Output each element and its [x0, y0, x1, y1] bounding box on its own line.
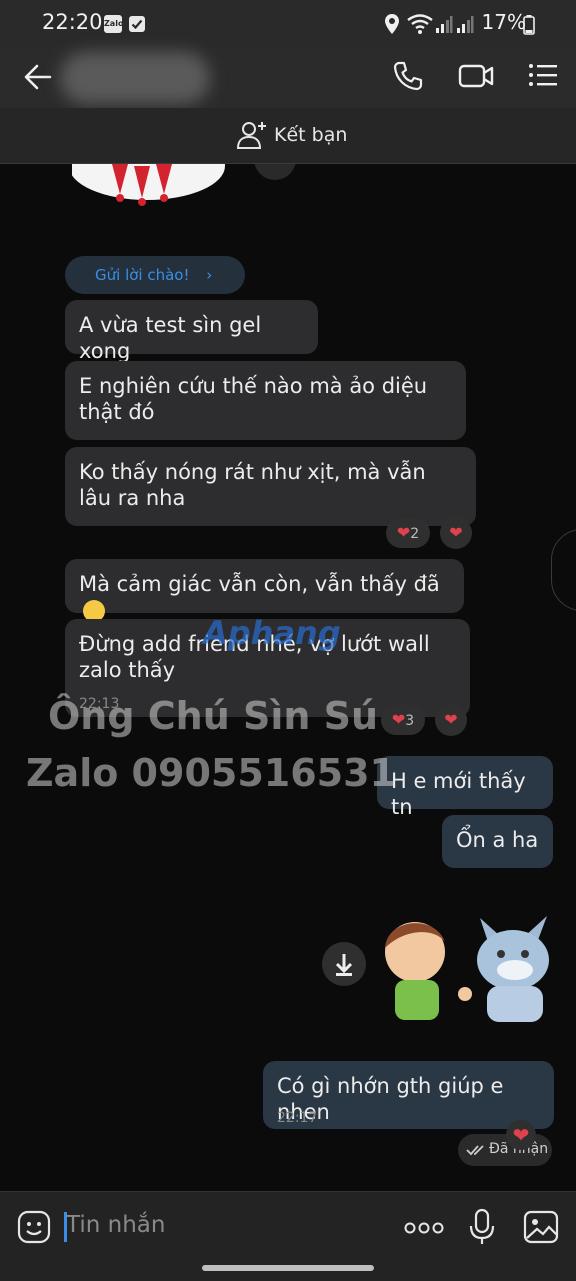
message-bubble-sent[interactable]: Có gì nhớn gth giúp e nhen 22:17 [263, 1061, 554, 1129]
message-bubble[interactable]: A vừa test sìn gel xong [65, 300, 318, 363]
message-text: Ổn a ha [456, 828, 539, 852]
download-icon [335, 954, 353, 976]
side-scroll-handle[interactable] [551, 529, 576, 611]
react-button[interactable]: ❤ [506, 1120, 536, 1150]
reaction-summary[interactable]: ❤2 [386, 518, 430, 548]
message-text: A vừa test sìn gel xong [79, 313, 262, 363]
reaction-count: 2 [410, 526, 420, 542]
signal-icon-1 [435, 14, 453, 38]
status-time: 22:20 [42, 10, 103, 34]
microphone-icon[interactable] [469, 1208, 495, 1250]
message-list[interactable]: Gửi lời chào! › A vừa test sìn gel xong … [0, 164, 576, 1191]
watermark-text: Ông Chú Sìn Sú [48, 694, 379, 738]
heart-icon: ❤ [396, 523, 411, 542]
add-friend-label: Kết bạn [274, 124, 348, 146]
message-bubble[interactable]: Mà cảm giác vẫn còn, vẫn thấy đã [65, 559, 464, 622]
sticker-image[interactable] [375, 908, 555, 1028]
battery-icon [523, 15, 535, 39]
message-bubble-sent[interactable]: H e mới thấy tn [377, 756, 553, 819]
add-friend-icon [236, 120, 268, 154]
zalo-notification-icon: Zalo [104, 15, 123, 33]
heart-icon: ❤ [449, 523, 463, 542]
message-time: 22:17 [277, 1110, 318, 1126]
download-sticker-button[interactable] [322, 942, 366, 986]
message-bubble-sent[interactable]: Ổn a ha [442, 815, 553, 868]
double-check-icon [466, 1142, 486, 1161]
message-text: Mà cảm giác vẫn còn, vẫn thấy đã [79, 572, 440, 596]
status-bar: 22:20 Zalo 17% [0, 0, 576, 48]
location-icon [384, 13, 400, 39]
phone-call-icon[interactable] [392, 60, 424, 96]
reaction-count: 3 [405, 713, 415, 729]
reaction-summary[interactable]: ❤3 [381, 705, 425, 735]
checkbox-notification-icon [128, 15, 146, 37]
watermark-text: Zalo 0905516531 [26, 751, 396, 795]
image-gallery-icon[interactable] [523, 1210, 559, 1248]
signal-icon-2 [456, 14, 474, 38]
greeting-label: Gửi lời chào! [95, 266, 190, 284]
home-indicator[interactable] [202, 1265, 374, 1271]
send-greeting-button[interactable]: Gửi lời chào! › [65, 256, 245, 294]
react-button[interactable]: ❤ [435, 704, 467, 736]
logo-watermark: Aphang [203, 614, 341, 652]
message-bubble[interactable]: Ko thấy nóng rát như xịt, mà vẫn lâu ra … [65, 447, 476, 526]
back-arrow-icon[interactable] [24, 64, 52, 94]
emoji-sticker-icon[interactable] [17, 1210, 51, 1248]
add-friend-bar[interactable]: Kết bạn [0, 108, 576, 164]
more-options-icon[interactable] [404, 1220, 444, 1239]
sticker-partial [69, 164, 232, 228]
delivery-status: Đã nhận [458, 1134, 552, 1166]
chevron-right-icon: › [206, 266, 213, 284]
message-input[interactable]: Tin nhắn [66, 1212, 165, 1238]
sticker-download-button-partial[interactable] [254, 164, 296, 180]
message-text: E nghiên cứu thế nào mà ảo diệu thật đó [79, 374, 428, 424]
video-call-icon[interactable] [458, 62, 494, 94]
wifi-icon [407, 14, 433, 38]
battery-percent: 17% [481, 10, 526, 34]
message-text: H e mới thấy tn [391, 769, 526, 819]
message-bubble[interactable]: E nghiên cứu thế nào mà ảo diệu thật đó [65, 361, 466, 440]
menu-list-icon[interactable] [528, 63, 558, 91]
react-button[interactable]: ❤ [440, 517, 472, 549]
heart-icon: ❤ [512, 1123, 530, 1147]
heart-icon: ❤ [444, 710, 458, 729]
message-text: Ko thấy nóng rát như xịt, mà vẫn lâu ra … [79, 460, 426, 510]
contact-name-blurred[interactable] [60, 52, 210, 104]
heart-icon: ❤ [391, 710, 406, 729]
